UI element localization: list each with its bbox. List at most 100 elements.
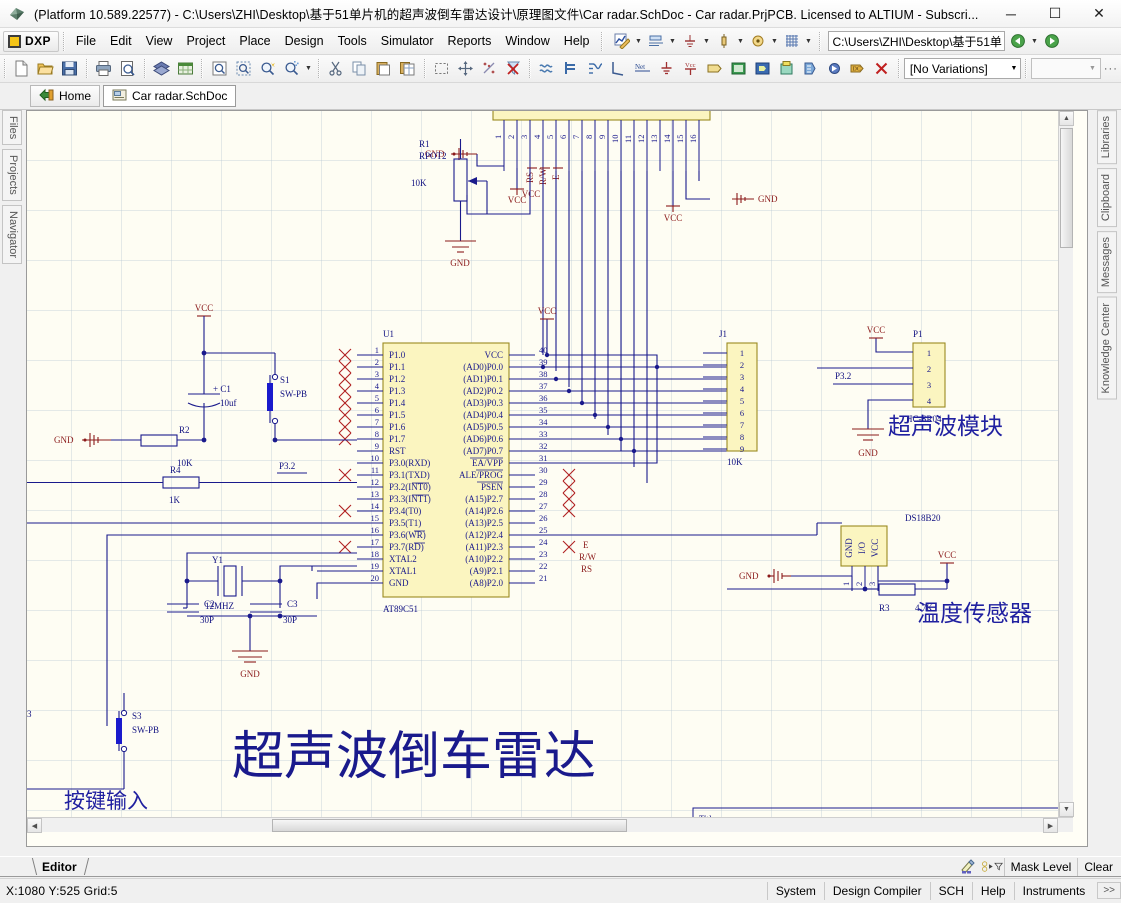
- tab-home[interactable]: Home: [30, 85, 100, 107]
- status-button-design-compiler[interactable]: Design Compiler: [824, 882, 930, 900]
- save-icon[interactable]: [58, 57, 82, 81]
- menu-place[interactable]: Place: [232, 31, 277, 51]
- status-button-instruments[interactable]: Instruments: [1014, 882, 1094, 900]
- device-sheet-icon[interactable]: [774, 57, 798, 81]
- new-document-icon[interactable]: [10, 57, 34, 81]
- menu-file[interactable]: File: [69, 31, 103, 51]
- clear-mask-button[interactable]: Clear: [1077, 858, 1119, 876]
- status-button-sch[interactable]: SCH: [930, 882, 972, 900]
- status-button-help[interactable]: Help: [972, 882, 1014, 900]
- close-button[interactable]: ✕: [1077, 0, 1121, 28]
- navigate-back-icon[interactable]: [1007, 31, 1029, 52]
- bus-icon[interactable]: [559, 57, 583, 81]
- vcc-power-icon[interactable]: Vcc: [679, 57, 703, 81]
- dxp-menu-button[interactable]: DXP: [3, 31, 59, 52]
- menu-window[interactable]: Window: [498, 31, 556, 51]
- chevron-down-icon-3[interactable]: ▼: [701, 31, 713, 52]
- horizontal-scroll-thumb[interactable]: [272, 819, 627, 832]
- cut-icon[interactable]: [324, 57, 348, 81]
- harness-connector-icon[interactable]: [798, 57, 822, 81]
- copy-icon[interactable]: [348, 57, 372, 81]
- panel-tab-messages[interactable]: Messages: [1097, 231, 1117, 293]
- chevron-down-icon-zoom[interactable]: ▼: [303, 58, 314, 79]
- zoom-document-icon[interactable]: [207, 57, 231, 81]
- spreadsheet-icon[interactable]: [173, 57, 197, 81]
- chevron-down-icon-6[interactable]: ▼: [803, 31, 815, 52]
- print-preview-icon[interactable]: [116, 57, 140, 81]
- sheet-entry-icon[interactable]: [750, 57, 774, 81]
- clear-filter-icon[interactable]: [501, 57, 525, 81]
- highlight-pen-icon[interactable]: [956, 858, 980, 876]
- empty-combo[interactable]: ▼: [1031, 58, 1100, 79]
- panel-tab-libraries[interactable]: Libraries: [1097, 110, 1117, 164]
- chevron-down-icon-5[interactable]: ▼: [769, 31, 781, 52]
- canvas-vertical-scrollbar[interactable]: ▲ ▼: [1058, 111, 1073, 832]
- zoom-area-icon[interactable]: [231, 57, 255, 81]
- netlabel-icon[interactable]: Net: [631, 57, 655, 81]
- move-icon[interactable]: [454, 57, 478, 81]
- board-icon[interactable]: [150, 57, 174, 81]
- status-more-button[interactable]: >>: [1097, 882, 1121, 899]
- canvas-horizontal-scrollbar[interactable]: ◀ ▶: [27, 817, 1073, 832]
- menu-edit[interactable]: Edit: [103, 31, 139, 51]
- filter-icon[interactable]: [980, 858, 1004, 876]
- wire-icon[interactable]: [535, 57, 559, 81]
- circle-icon[interactable]: [747, 31, 769, 52]
- align-icon[interactable]: [645, 31, 667, 52]
- open-folder-icon[interactable]: [34, 57, 58, 81]
- tab-editor[interactable]: Editor: [32, 858, 89, 876]
- tab-car-radar-schdoc[interactable]: Car radar.SchDoc: [103, 85, 236, 107]
- paste-array-icon[interactable]: [396, 57, 420, 81]
- harness-entry-icon[interactable]: [822, 57, 846, 81]
- component-icon[interactable]: [713, 31, 735, 52]
- maximize-button[interactable]: ☐: [1033, 0, 1077, 28]
- scroll-down-button[interactable]: ▼: [1059, 802, 1074, 817]
- navigate-forward-icon[interactable]: [1041, 31, 1063, 52]
- panel-tab-clipboard[interactable]: Clipboard: [1097, 168, 1117, 227]
- menu-help[interactable]: Help: [557, 31, 597, 51]
- signal-harness-icon[interactable]: [583, 57, 607, 81]
- chevron-down-icon-2[interactable]: ▼: [667, 31, 679, 52]
- menu-tools[interactable]: Tools: [331, 31, 374, 51]
- chevron-down-icon[interactable]: ▼: [633, 31, 645, 52]
- toolbar-overflow-button[interactable]: ···: [1101, 63, 1121, 75]
- chevron-down-icon-variations[interactable]: ▼: [1011, 65, 1018, 72]
- status-button-system[interactable]: System: [767, 882, 824, 900]
- print-icon[interactable]: [92, 57, 116, 81]
- panel-tab-navigator[interactable]: Navigator: [2, 205, 22, 264]
- scroll-right-button[interactable]: ▶: [1043, 818, 1058, 833]
- chart-ruler-icon[interactable]: [611, 31, 633, 52]
- zoom-out-icon[interactable]: [279, 57, 303, 81]
- mask-level-button[interactable]: Mask Level: [1004, 858, 1078, 876]
- schematic-canvas[interactable]: .w { stroke:#1a1a8c; stroke-width:1.1; f…: [26, 110, 1088, 847]
- schematic-sheet[interactable]: .w { stroke:#1a1a8c; stroke-width:1.1; f…: [27, 111, 1073, 832]
- chevron-down-icon-4[interactable]: ▼: [735, 31, 747, 52]
- panel-tab-files[interactable]: Files: [2, 110, 22, 145]
- scroll-up-button[interactable]: ▲: [1059, 111, 1074, 126]
- menu-reports[interactable]: Reports: [441, 31, 499, 51]
- menu-design[interactable]: Design: [278, 31, 331, 51]
- port-icon[interactable]: [703, 57, 727, 81]
- scroll-left-button[interactable]: ◀: [27, 818, 42, 833]
- no-erc-icon[interactable]: DC: [846, 57, 870, 81]
- grid-icon[interactable]: [781, 31, 803, 52]
- delete-icon[interactable]: [870, 57, 894, 81]
- menu-simulator[interactable]: Simulator: [374, 31, 441, 51]
- menu-project[interactable]: Project: [179, 31, 232, 51]
- panel-tab-projects[interactable]: Projects: [2, 149, 22, 201]
- document-path-combo[interactable]: C:\Users\ZHI\Desktop\基于51单 ▼: [828, 31, 1005, 51]
- ground-icon[interactable]: [679, 31, 701, 52]
- zoom-in-icon[interactable]: [255, 57, 279, 81]
- chevron-down-icon-7[interactable]: ▼: [1029, 31, 1041, 52]
- deselect-icon[interactable]: [477, 57, 501, 81]
- variations-combo[interactable]: [No Variations] ▼: [904, 58, 1022, 79]
- menu-view[interactable]: View: [139, 31, 180, 51]
- sheet-symbol-icon[interactable]: [727, 57, 751, 81]
- gnd-power-icon[interactable]: [655, 57, 679, 81]
- minimize-button[interactable]: ─: [989, 0, 1033, 28]
- select-area-icon[interactable]: [430, 57, 454, 81]
- line-icon[interactable]: [607, 57, 631, 81]
- paste-icon[interactable]: [372, 57, 396, 81]
- vertical-scroll-thumb[interactable]: [1060, 128, 1073, 248]
- panel-tab-knowledge-center[interactable]: Knowledge Center: [1097, 297, 1117, 400]
